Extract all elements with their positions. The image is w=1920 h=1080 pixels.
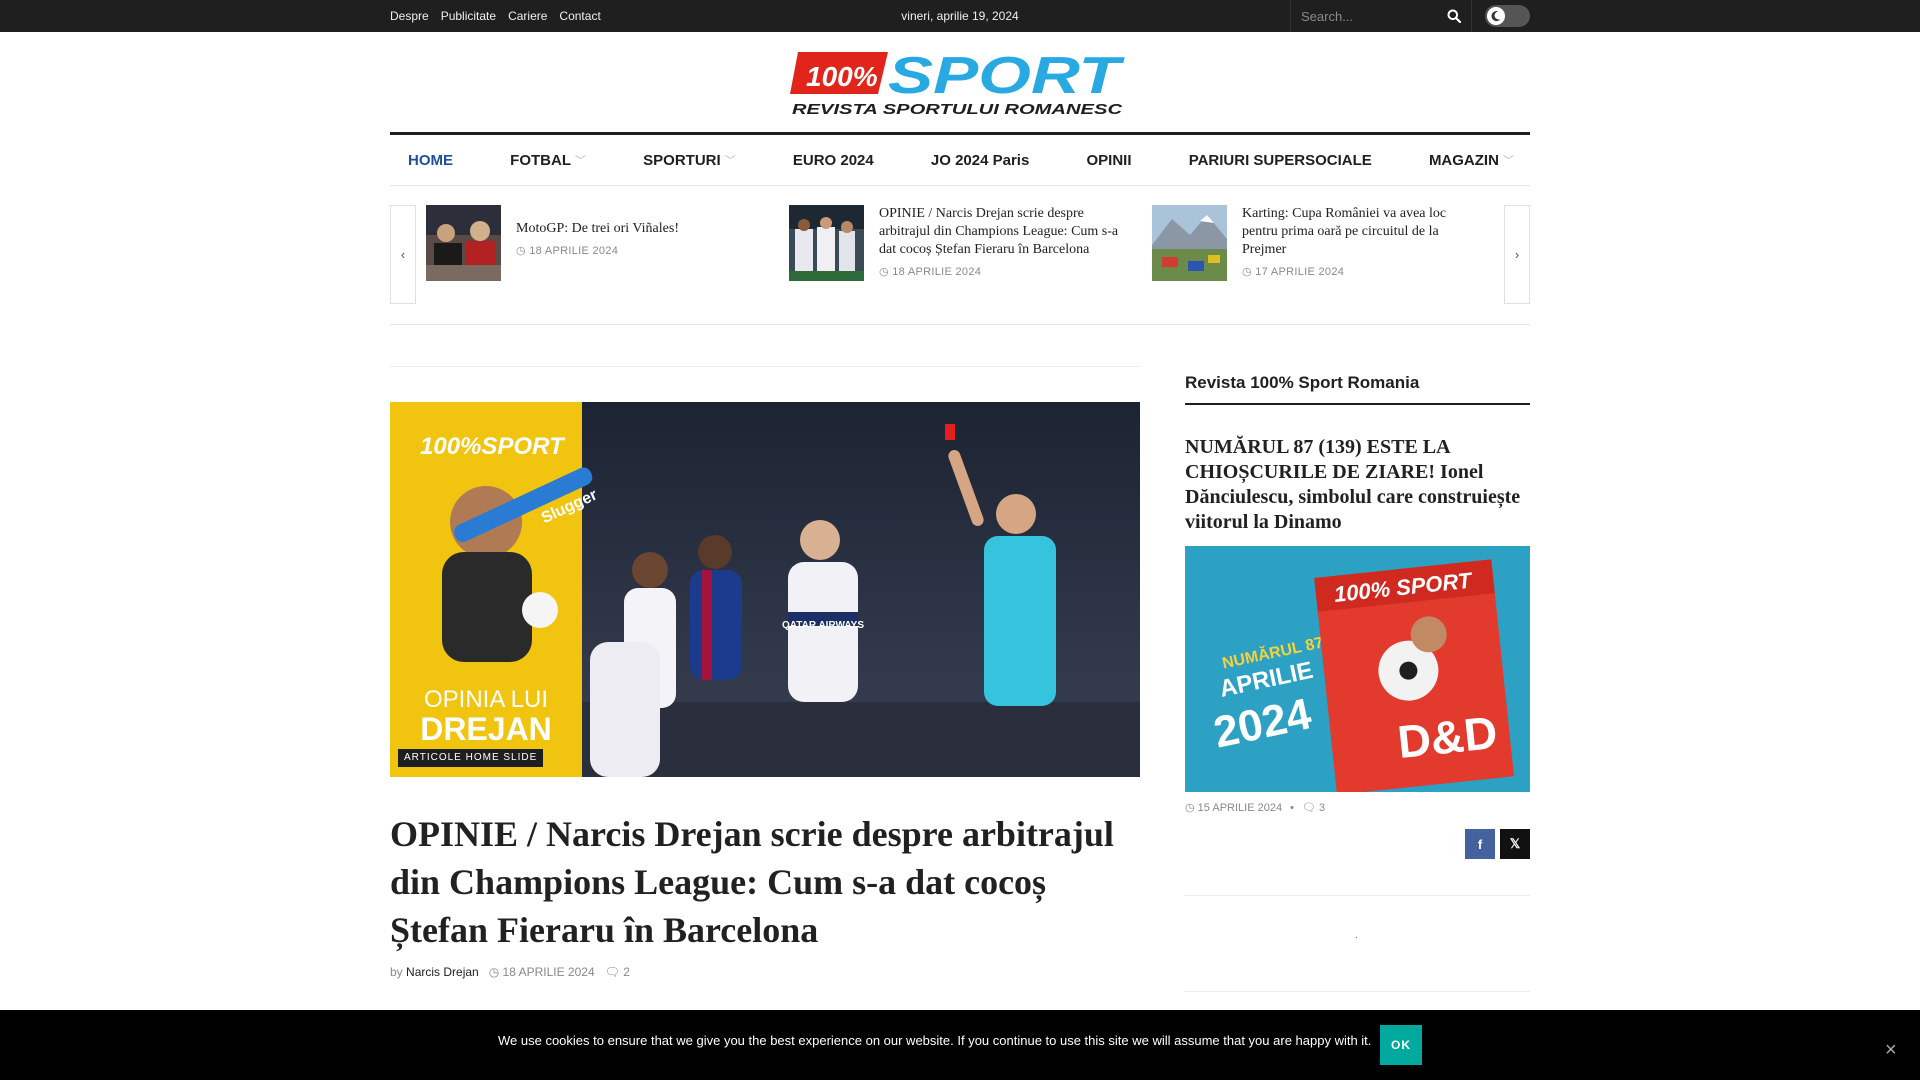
sidebar-comments[interactable]: 🗨 3 — [1302, 801, 1325, 814]
hero-caption-big: DREJAN — [420, 711, 552, 747]
nav-jo-2024[interactable]: JO 2024 Paris — [931, 152, 1029, 169]
ticker-item-date: ◷ 18 APRILIE 2024 — [879, 265, 1119, 278]
top-link-despre[interactable]: Despre — [390, 9, 429, 23]
ticker-thumbnail[interactable] — [1152, 205, 1227, 281]
search-icon[interactable] — [1447, 9, 1461, 23]
top-links: Despre Publicitate Cariere Contact — [390, 0, 601, 32]
site-logo[interactable]: 100% SPORT REVISTA SPORTULUI ROMANESC — [790, 46, 1130, 118]
chevron-right-icon: › — [1514, 247, 1520, 262]
article-comments-count: 2 — [623, 965, 630, 979]
nav-euro-label: EURO 2024 — [792, 151, 874, 169]
article-meta: by Narcis Drejan ◷ 18 APRILIE 2024 🗨 2 — [390, 965, 630, 979]
top-link-contact[interactable]: Contact — [559, 9, 600, 23]
clock-icon: ◷ — [1242, 266, 1252, 278]
article-by: by — [390, 965, 403, 979]
clock-icon: ◷ — [1185, 802, 1195, 814]
article-author-line: by Narcis Drejan — [390, 965, 479, 979]
category-badge[interactable]: ARTICOLE HOME SLIDE — [398, 749, 544, 767]
nav-jo-label: JO 2024 Paris — [930, 151, 1030, 169]
top-link-cariere[interactable]: Cariere — [508, 9, 547, 23]
hero-sponsor-text: QATAR AIRWAYS — [782, 620, 864, 631]
magazine-cover-image[interactable]: NUMĂRUL 87 APRILIE 2024 100% SPORT D&D — [1185, 546, 1530, 792]
article-date-text: 18 APRILIE 2024 — [502, 965, 595, 979]
sidebar-title: Revista 100% Sport Romania — [1185, 373, 1530, 405]
logo-100-text: 100% — [806, 61, 878, 92]
ticker-item-title[interactable]: OPINIE / Narcis Drejan scrie despre arbi… — [879, 205, 1119, 259]
search-input[interactable] — [1291, 8, 1431, 24]
sidebar-date: ◷ 15 APRILIE 2024 — [1185, 801, 1282, 814]
nav-sporturi[interactable]: SPORTURI ﹀ — [643, 152, 736, 169]
nav-magazin-label: MAGAZIN — [1428, 151, 1499, 169]
sidebar-dot: . — [1355, 930, 1358, 941]
article-author[interactable]: Narcis Drejan — [406, 965, 479, 979]
nav-fotbal[interactable]: FOTBAL ﹀ — [510, 152, 586, 169]
share-facebook-button[interactable]: f — [1465, 829, 1495, 859]
news-ticker: ‹ MotoGP: De trei ori Viñales! ◷ 18 APRI… — [390, 205, 1530, 325]
meta-separator: • — [1290, 801, 1294, 814]
ticker-item-date: ◷ 18 APRILIE 2024 — [516, 244, 756, 257]
ticker-prev-button[interactable]: ‹ — [390, 205, 416, 304]
moon-icon — [1491, 11, 1501, 22]
ticker-next-button[interactable]: › — [1504, 205, 1530, 304]
ticker-thumbnail[interactable] — [789, 205, 864, 281]
sidebar-meta: ◷ 15 APRILIE 2024 • 🗨 3 — [1185, 801, 1325, 815]
main-divider — [390, 366, 1140, 367]
ticker-item-date-text: 17 APRILIE 2024 — [1255, 266, 1345, 278]
comment-icon: 🗨 — [604, 965, 620, 979]
close-icon[interactable]: × — [1885, 1040, 1897, 1060]
dark-mode-toggle[interactable] — [1485, 5, 1530, 27]
ticker-item-title[interactable]: Karting: Cupa României va avea loc pentr… — [1242, 205, 1482, 259]
hero-caption-small: OPINIA LUI — [424, 686, 548, 713]
cover-mag-big: D&D — [1395, 706, 1500, 768]
ticker-item-title[interactable]: MotoGP: De trei ori Viñales! — [516, 220, 756, 238]
logo-sport-text: SPORT — [888, 47, 1126, 105]
clock-icon: ◷ — [516, 245, 526, 257]
nav-fotbal-label: FOTBAL — [510, 151, 571, 169]
sidebar-divider — [1185, 991, 1530, 992]
cookie-banner: We use cookies to ensure that we give yo… — [0, 1010, 1920, 1080]
hero-logo-text: 100%SPORT — [420, 433, 566, 460]
ticker-item-date: ◷ 17 APRILIE 2024 — [1242, 265, 1482, 278]
current-date: vineri, aprilie 19, 2024 — [901, 9, 1019, 23]
nav-opinii[interactable]: OPINII — [1087, 152, 1132, 169]
cookie-ok-button[interactable]: OK — [1380, 1025, 1422, 1065]
chevron-left-icon: ‹ — [400, 247, 406, 262]
sidebar-headline[interactable]: NUMĂRUL 87 (139) ESTE LA CHIOȘCURILE DE … — [1185, 435, 1530, 535]
sidebar-date-text: 15 APRILIE 2024 — [1197, 802, 1283, 814]
nav-magazin[interactable]: MAGAZIN ﹀ — [1429, 152, 1514, 169]
facebook-icon: f — [1477, 836, 1483, 852]
ticker-item-date-text: 18 APRILIE 2024 — [529, 245, 619, 257]
article-date: ◷ 18 APRILIE 2024 — [489, 965, 595, 979]
nav-euro-2024[interactable]: EURO 2024 — [793, 152, 874, 169]
ticker-thumbnail[interactable] — [426, 205, 501, 281]
share-x-button[interactable]: 𝕏 — [1500, 829, 1530, 859]
chevron-down-icon: ﹀ — [575, 155, 586, 167]
chevron-down-icon: ﹀ — [724, 155, 736, 167]
top-bar: Despre Publicitate Cariere Contact viner… — [0, 0, 1920, 32]
nav-opinii-label: OPINII — [1086, 151, 1132, 169]
chevron-down-icon: ﹀ — [1502, 155, 1514, 167]
dark-mode-knob — [1487, 7, 1505, 25]
nav-pariuri-label: PARIURI SUPERSOCIALE — [1188, 151, 1372, 169]
sidebar-comments-count: 3 — [1318, 802, 1326, 814]
comment-icon: 🗨 — [1301, 802, 1316, 814]
cookie-message: We use cookies to ensure that we give yo… — [498, 1033, 1372, 1048]
clock-icon: ◷ — [488, 965, 500, 979]
top-link-publicitate[interactable]: Publicitate — [441, 9, 496, 23]
ticker-item-date-text: 18 APRILIE 2024 — [892, 266, 982, 278]
search-box — [1290, 0, 1472, 32]
x-icon: 𝕏 — [1509, 836, 1521, 851]
nav-home[interactable]: HOME — [408, 152, 453, 169]
article-headline[interactable]: OPINIE / Narcis Drejan scrie despre arbi… — [390, 810, 1150, 954]
hero-image[interactable]: 100%SPORT Slugger OPINIA LUI DREJAN QATA… — [390, 402, 1140, 777]
clock-icon: ◷ — [879, 266, 889, 278]
sidebar-divider — [1185, 895, 1530, 896]
article-comments[interactable]: 🗨 2 — [605, 965, 630, 979]
logo-tagline: REVISTA SPORTULUI ROMANESC — [792, 101, 1124, 118]
main-nav: HOME FOTBAL ﹀ SPORTURI ﹀ EURO 2024 JO 2024… — [390, 132, 1530, 186]
nav-sporturi-label: SPORTURI — [643, 151, 721, 169]
nav-pariuri[interactable]: PARIURI SUPERSOCIALE — [1189, 152, 1372, 169]
nav-home-label: HOME — [408, 151, 453, 169]
